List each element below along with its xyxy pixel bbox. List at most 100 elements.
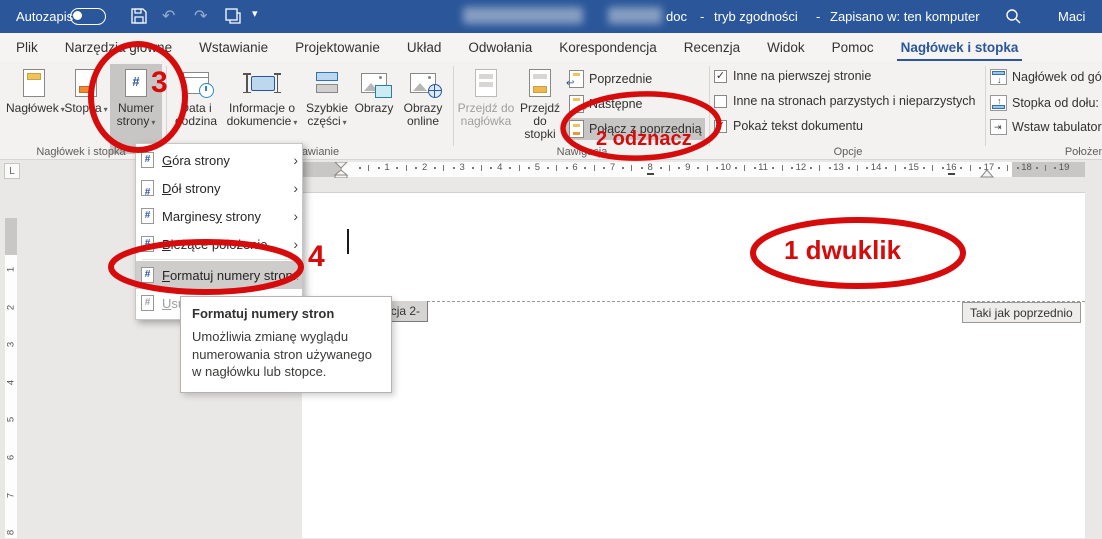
tab-wstawianie[interactable]: Wstawianie (199, 40, 268, 55)
h-ruler-tick (904, 167, 906, 169)
menu-item-3[interactable]: #Marginesy strony› (136, 202, 302, 230)
next-button[interactable]: ↪ Następne (566, 93, 646, 115)
checkbox-option-3[interactable]: Pokaż tekst dokumentu (714, 119, 863, 133)
link-to-previous-button[interactable]: Połącz z poprzednią (566, 118, 705, 140)
text-cursor (347, 229, 349, 254)
h-ruler-tick (594, 165, 595, 171)
checkbox-label: Inne na stronach parzystych i nieparzyst… (733, 94, 975, 108)
menu-separator (142, 259, 296, 260)
menu-item-5[interactable]: #Formatuj numery stron... (136, 261, 302, 289)
insert-alignment-tab-label: Wstaw tabulator w (1012, 120, 1102, 134)
h-ruler-tick (660, 167, 662, 169)
page-number-button[interactable]: # Numer strony (110, 64, 162, 154)
compatibility-mode-label: tryb zgodności (714, 9, 798, 24)
h-ruler-tick (631, 165, 632, 171)
undo-icon[interactable]: ↶ (162, 6, 175, 26)
h-ruler-tick (744, 165, 745, 171)
h-ruler-tick (556, 165, 557, 171)
goto-header-button[interactable]: Przejdź do nagłówka (457, 64, 515, 154)
tab-układ[interactable]: Układ (407, 40, 442, 55)
h-ruler-tick (885, 167, 887, 169)
tab-korespondencja[interactable]: Korespondencja (559, 40, 657, 55)
checkbox-icon[interactable] (714, 95, 727, 108)
h-ruler-number-4: 4 (495, 162, 505, 173)
document-info-button[interactable]: Informacje o dokumencie (224, 64, 300, 154)
tab-nagłówek-i-stopka[interactable]: Nagłówek i stopka (901, 40, 1019, 55)
footer-from-bottom-field[interactable]: ↑ Stopka od dołu: 0 (990, 94, 1102, 112)
quick-access-chevron-icon[interactable]: ▾ (252, 7, 258, 20)
menu-item-1[interactable]: #Góra strony› (136, 146, 302, 174)
tab-odwołania[interactable]: Odwołania (468, 40, 532, 55)
h-ruler-tick (810, 167, 812, 169)
tab-stop-marker (948, 173, 955, 175)
ribbon-tab-bar: Plik Narzędzia główne Wstawianie Projektowa… (0, 33, 1102, 61)
page-number-item-icon: # (140, 179, 156, 197)
h-ruler-tick (509, 167, 511, 169)
previous-button[interactable]: ↩ Poprzednie (566, 68, 655, 90)
tooltip: Formatuj numery stron Umożliwia zmianę w… (180, 296, 392, 393)
tab-widok[interactable]: Widok (767, 40, 805, 55)
indent-markers-icon[interactable] (334, 162, 350, 178)
pictures-button[interactable]: Obrazy (354, 64, 394, 154)
h-ruler-number-6: 6 (570, 162, 580, 173)
quick-parts-button[interactable]: Szybkie części (302, 64, 352, 154)
h-ruler-number-15: 15 (908, 162, 918, 173)
header-icon (6, 64, 62, 102)
autosave-toggle[interactable] (70, 8, 106, 25)
h-ruler-tick (490, 167, 492, 169)
menu-item-2[interactable]: #Dół strony› (136, 174, 302, 202)
tab-projektowanie[interactable]: Projektowanie (295, 40, 380, 55)
h-ruler-number-2: 2 (420, 162, 430, 173)
tab-plik[interactable]: Plik (16, 40, 38, 55)
h-ruler-tick (970, 165, 971, 171)
pictures-label: Obrazy (355, 101, 394, 115)
page[interactable]: Nagłówek -Sekcja 2- Taki jak poprzednio (302, 192, 1085, 538)
h-ruler-tick (481, 165, 482, 171)
same-as-previous-badge: Taki jak poprzednio (962, 302, 1081, 323)
header-from-top-icon: ↓ (990, 69, 1007, 85)
footer-from-bottom-icon: ↑ (990, 95, 1007, 111)
checkbox-option-2[interactable]: Inne na stronach parzystych i nieparzyst… (714, 94, 975, 108)
title-bar: Autozapis ↶ ↷ ▾ doc - tryb zgodności - Z… (0, 0, 1102, 33)
save-icon[interactable] (130, 7, 148, 25)
page-number-icon: # (110, 64, 162, 102)
tab-recenzja[interactable]: Recenzja (684, 40, 740, 55)
h-ruler-tick (453, 167, 455, 169)
goto-footer-label: Przejdź do stopki (520, 101, 560, 141)
h-ruler-tick (707, 165, 708, 171)
checkbox-icon[interactable] (714, 70, 727, 83)
link-to-previous-icon (569, 120, 584, 138)
h-ruler-tick (396, 167, 398, 169)
h-ruler-tick (415, 167, 417, 169)
title-dash: - (700, 9, 704, 24)
search-icon[interactable] (1004, 7, 1022, 25)
v-ruler-number-3: 3 (6, 339, 17, 351)
online-pictures-button[interactable]: Obrazy online (396, 64, 450, 154)
h-ruler-tick (923, 167, 925, 169)
right-indent-marker-icon[interactable] (980, 168, 994, 178)
h-ruler-number-11: 11 (758, 162, 768, 173)
h-ruler-tick (857, 165, 858, 171)
menu-item-4[interactable]: #Bieżące położenie› (136, 230, 302, 258)
checkbox-icon[interactable] (714, 120, 727, 133)
footer-button[interactable]: Stopka (64, 64, 108, 154)
h-ruler-tick (584, 167, 586, 169)
header-from-top-field[interactable]: ↓ Nagłówek od góry (990, 69, 1102, 85)
h-ruler-number-1: 1 (382, 162, 392, 173)
group-label-position: Położenie (989, 146, 1102, 158)
insert-alignment-tab-button[interactable]: ⇥ Wstaw tabulator w (990, 119, 1102, 135)
redo-icon[interactable]: ↷ (194, 6, 207, 26)
date-time-button[interactable]: Data i godzina (170, 64, 222, 154)
tab-selector[interactable]: L (4, 163, 20, 179)
group-label-options: Opcje (713, 146, 983, 158)
group-separator (166, 66, 167, 146)
mode-switch-icon[interactable] (224, 7, 242, 25)
checkbox-option-1[interactable]: Inne na pierwszej stronie (714, 69, 871, 83)
h-ruler-tick (1036, 167, 1038, 169)
tab-pomoc[interactable]: Pomoc (832, 40, 874, 55)
header-button[interactable]: Nagłówek (6, 64, 62, 154)
vertical-ruler[interactable]: 12345678 (5, 178, 17, 538)
goto-footer-button[interactable]: Przejdź do stopki (517, 64, 563, 154)
tab-narzędzia-główne[interactable]: Narzędzia główne (65, 40, 172, 55)
title-dash-2: - (816, 9, 820, 24)
